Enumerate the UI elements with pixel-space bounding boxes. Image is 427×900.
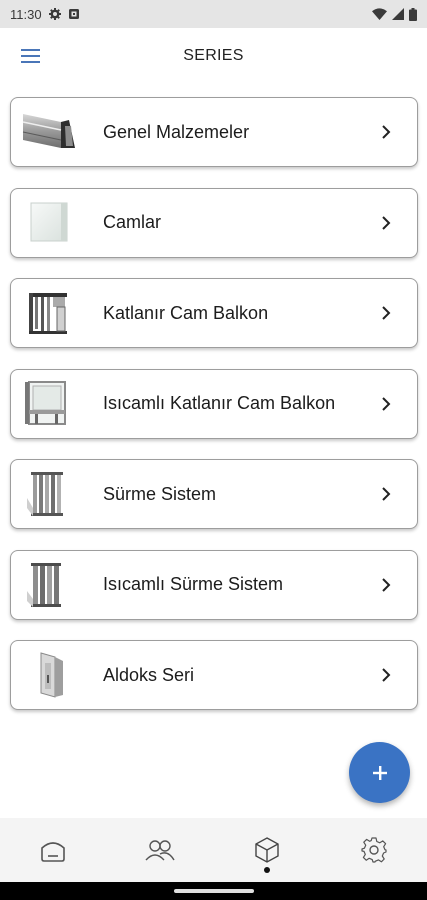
series-item-camlar[interactable]: Camlar [10,187,418,258]
status-bar: 11:30 [0,0,427,28]
insulated-folding-balcony-thumbnail [21,378,77,430]
status-time: 11:30 [10,6,42,22]
plus-icon [372,765,387,780]
series-item-label: Camlar [103,212,162,232]
settings-icon [361,837,387,863]
series-item-label: Katlanır Cam Balkon [103,302,269,323]
active-indicator-dot [263,867,270,873]
battery-icon [409,7,417,21]
page-title: SERIES [183,47,244,64]
glass-panel-thumbnail [21,197,77,249]
folding-glass-balcony-thumbnail [21,287,77,339]
nav-users[interactable] [130,825,190,875]
series-item-isicamli-surme-sistem[interactable]: Isıcamlı Sürme Sistem [10,549,418,620]
series-item-katlanir-cam-balkon[interactable]: Katlanır Cam Balkon [10,278,418,348]
cube-icon [255,837,279,863]
series-item-genel-malzemeler[interactable]: Genel Malzemeler [10,97,418,167]
series-item-label: Genel Malzemeler [103,121,250,142]
aldoks-profile-thumbnail [21,649,77,701]
series-item-isicamli-katlanir-cam-balkon[interactable]: Isıcamlı Katlanır Cam Balkon [10,368,418,439]
nav-home[interactable] [23,825,83,875]
insulated-sliding-system-thumbnail [21,559,77,611]
screen: 11:30 SERIES Genel Malzemeler Camlar Kat… [0,0,427,900]
aluminum-profile-thumbnail [21,106,77,158]
home-icon [41,842,66,862]
nav-series[interactable] [237,825,297,875]
chevron-right-icon [382,215,391,230]
series-item-surme-sistem[interactable]: Sürme Sistem [10,459,418,529]
hamburger-menu-icon [21,49,40,63]
notification-status-icon [68,9,79,19]
series-item-label: Aldoks Seri [103,664,195,685]
chevron-right-icon [382,668,391,682]
wifi-icon [372,8,387,20]
settings-status-icon [48,8,61,20]
nav-settings[interactable] [344,825,404,875]
status-left: 11:30 [10,7,80,22]
users-icon [145,840,175,861]
chevron-right-icon [382,396,391,411]
chevron-right-icon [382,125,391,139]
chevron-right-icon [382,487,391,501]
gesture-handle[interactable] [174,889,254,893]
add-button[interactable] [349,742,410,803]
system-gesture-bar [0,882,427,900]
sliding-system-thumbnail [21,468,77,520]
series-item-label: Isıcamlı Katlanır Cam Balkon [103,393,336,413]
chevron-right-icon [382,306,391,320]
series-item-label: Sürme Sistem [103,483,217,504]
status-right [372,7,417,21]
series-list: Genel Malzemeler Camlar Katlanır Cam Bal… [10,97,418,731]
series-item-aldoks-seri[interactable]: Aldoks Seri [10,640,418,710]
signal-icon [392,8,404,20]
chevron-right-icon [382,577,391,592]
app-bar: SERIES [0,28,427,84]
bottom-nav [0,818,427,882]
menu-button[interactable] [20,47,42,65]
series-item-label: Isıcamlı Sürme Sistem [103,574,284,594]
